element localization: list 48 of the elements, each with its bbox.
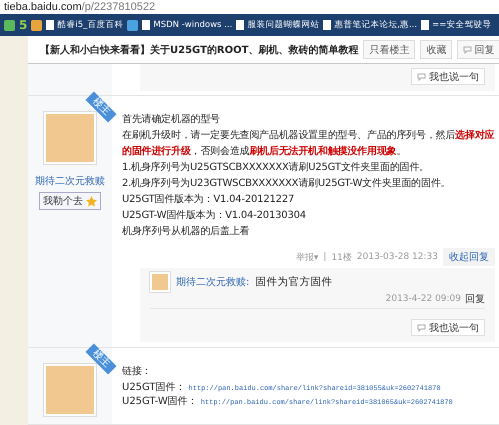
bookmark-icon[interactable] (127, 20, 138, 30)
speech-bubble-icon (417, 324, 426, 332)
post-text: U25GT-W固件版本为：V1.04-20130304 (122, 208, 307, 223)
bookmark-link[interactable]: 酷睿i5_百度百科 (46, 19, 124, 31)
reply-time: 2013-4-22 09:09 (386, 294, 461, 304)
page-icon (142, 20, 150, 30)
thread-title: 【新人和小白快来看看】关于U25GT的ROOT、刷机、救砖的简单教程 (40, 43, 358, 56)
thread-button[interactable]: 只看楼主 (363, 40, 416, 59)
collapse-replies-button[interactable]: 收起回复 (443, 248, 495, 266)
post-text: 在刷机升级时，请一定要先查阅产品机器设置里的型号、产品的序列号，然后选择对应的固件进行升级，否则会造成刷机后无法开机和触摸没作用现象。 (122, 128, 495, 159)
username-link[interactable]: 期待二次元救赎: (176, 275, 250, 289)
post-text: 1.机身序列号为U25GTSCBXXXXXXX请刷U25GT文件夹里面的固件。 (122, 160, 430, 175)
bookmark-link[interactable]: 服装问题蝴蝶网站 (236, 19, 320, 31)
avatar-image (44, 364, 96, 416)
post-text: 机身序列号从机器的后盖上看 (122, 224, 250, 239)
reply-button[interactable]: 回复 (457, 40, 499, 59)
avatar-image (150, 272, 170, 292)
post-time: 2013-03-28 12:33 (356, 252, 438, 262)
post-text: 首先请确定机器的型号 (122, 112, 222, 127)
reply-text: 固件为官方固件 (255, 275, 332, 289)
post-text: 链接： (122, 364, 152, 379)
address-bar[interactable]: tieba.baidu.com/p/2237810522 (0, 0, 499, 14)
separator: | (323, 252, 326, 262)
bookmark-link[interactable]: 惠普笔记本论坛,惠... (323, 19, 418, 31)
bookmark-icon[interactable] (31, 20, 42, 30)
comment-button[interactable]: 我也说一句 (411, 319, 485, 336)
bookmark-glyph[interactable]: 5 (19, 18, 28, 32)
avatar-image (44, 112, 96, 164)
bookmark-icon[interactable] (4, 20, 15, 30)
reply-link[interactable]: 回复 (465, 292, 485, 306)
star-icon (86, 196, 97, 206)
speech-bubble-icon (417, 72, 426, 80)
link-label: U25GT-W固件： (122, 395, 198, 408)
post-text: U25GT固件版本为：V1.04-20121227 (122, 192, 296, 207)
thread-button[interactable]: 收藏 (420, 40, 452, 59)
comment-button[interactable]: 我也说一句 (411, 68, 485, 85)
page-icon (236, 20, 244, 30)
page-icon (421, 20, 430, 30)
speech-bubble-icon (463, 46, 472, 54)
link-label: U25GT固件： (122, 381, 186, 394)
page-icon (46, 20, 54, 30)
user-badge: 我勒个去 (39, 192, 101, 210)
bookmark-link[interactable]: ==安全驾驶导 (421, 19, 492, 31)
page-icon (323, 20, 332, 30)
post-text: 2.机身序列号为U23GTWSCBXXXXXXX请刷U25GT-W文件夹里面的固件。 (122, 176, 452, 191)
bookmark-link[interactable]: MSDN -windows ... (142, 20, 232, 30)
floor-number: 11楼 (331, 252, 352, 264)
username-link[interactable]: 期待二次元救赎 (35, 174, 105, 188)
